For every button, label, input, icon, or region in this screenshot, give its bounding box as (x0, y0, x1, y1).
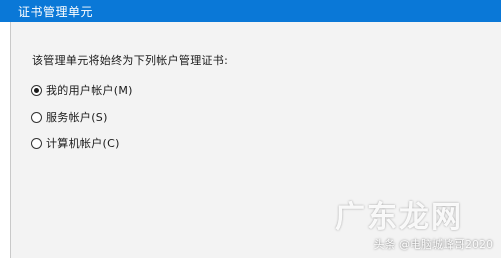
radio-button[interactable] (31, 137, 42, 149)
radio-label-computer-account[interactable]: 计算机帐户(C) (46, 135, 120, 151)
radio-service-account[interactable]: 服务帐户(S) (31, 109, 108, 125)
watermark-logo: 广东龙网 (335, 200, 463, 235)
watermark: 广东龙网 头条 @电脑城峰哥2020 (293, 192, 493, 252)
window-title: 证书管理单元 (18, 5, 94, 19)
radio-label-service-account[interactable]: 服务帐户(S) (46, 109, 108, 125)
instruction-text: 该管理单元将始终为下列帐户管理证书: (32, 54, 229, 67)
title-bar: 证书管理单元 (0, 0, 501, 22)
radio-selected-dot (34, 87, 39, 93)
radio-button-selected[interactable] (31, 84, 42, 96)
radio-my-user-account[interactable]: 我的用户帐户(M) (31, 82, 133, 98)
radio-label-my-user-account[interactable]: 我的用户帐户(M) (46, 82, 133, 98)
radio-button[interactable] (31, 111, 42, 123)
watermark-caption: 头条 @电脑城峰哥2020 (373, 238, 494, 251)
radio-computer-account[interactable]: 计算机帐户(C) (31, 135, 120, 151)
certificate-snapin-dialog: 证书管理单元 该管理单元将始终为下列帐户管理证书: 我的用户帐户(M) 服务帐户… (0, 0, 501, 258)
